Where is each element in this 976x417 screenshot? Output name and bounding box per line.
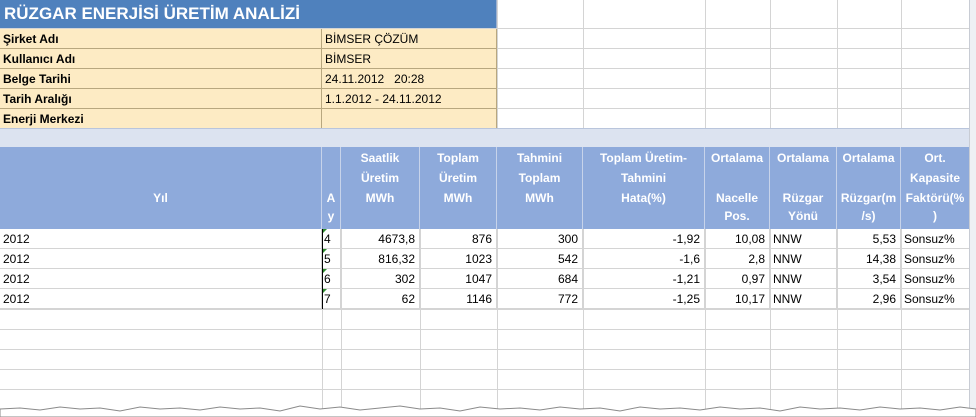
cell-hiz[interactable]: 3,54 [837,269,901,289]
vertical-scrollbar[interactable] [969,0,976,417]
cell-saatlik[interactable]: 816,32 [341,249,420,269]
cell-toplam[interactable]: 1146 [420,289,497,309]
header-text: Ortalama [710,151,764,165]
header-text: Yönü [788,209,818,223]
info-label[interactable]: Tarih Aralığı [0,89,322,109]
gridline [0,369,976,370]
gridline [0,349,976,350]
cell-yonu[interactable]: NNW [770,229,837,249]
header-text: y [327,209,335,223]
header-text: Faktörü(% [905,191,965,205]
header-text: Hata(%) [621,191,666,205]
cell-yonu[interactable]: NNW [770,249,837,269]
header-toplam-uretim[interactable]: Toplam Üretim MWh [420,147,497,229]
cell-nacelle[interactable]: 10,17 [705,289,770,309]
header-saatlik-uretim[interactable]: Saatlik Üretim MWh [341,147,420,229]
cell-toplam[interactable]: 876 [420,229,497,249]
cell-ay[interactable]: 4 [322,229,341,249]
cell-yonu[interactable]: NNW [770,289,837,309]
header-yil[interactable]: Yıl [0,147,322,229]
header-text: Toplam [437,151,479,165]
header-text: ) [933,209,937,223]
cell-saatlik[interactable]: 302 [341,269,420,289]
header-text: Nacelle [715,191,759,205]
info-value[interactable]: BİMSER ÇÖZÜM [322,29,497,49]
header-text: Üretim [438,171,477,185]
spreadsheet-sheet: RÜZGAR ENERJİSİ ÜRETİM ANALİZİ Şirket Ad… [0,0,976,417]
cell-yil[interactable]: 2012 [0,249,322,269]
cell-nacelle[interactable]: 0,97 [705,269,770,289]
cell-tahmini[interactable]: 772 [497,289,583,309]
report-title[interactable]: RÜZGAR ENERJİSİ ÜRETİM ANALİZİ [0,0,497,28]
cell-tahmini[interactable]: 684 [497,269,583,289]
header-text: Üretim [360,171,399,185]
header-ruzgar-yonu[interactable]: Ortalama Rüzgar Yönü [770,147,837,229]
cell-yil[interactable]: 2012 [0,229,322,249]
header-text: Toplam [518,171,561,185]
cell-yonu[interactable]: NNW [770,269,837,289]
header-text: Tahmini [620,171,667,185]
cell-nacelle[interactable]: 10,08 [705,229,770,249]
header-text: Saatlik [360,151,400,165]
header-text: Rüzgar(m [840,191,897,205]
header-band [0,128,970,148]
info-value[interactable]: 24.11.2012 20:28 [322,69,497,89]
cell-hiz[interactable]: 14,38 [837,249,901,269]
header-text: Kapasite [909,171,961,185]
header-text: MWh [525,191,554,205]
cell-kapasite[interactable]: Sonsuz% [901,249,970,269]
header-nacelle[interactable]: Ortalama Nacelle Pos. [705,147,770,229]
header-tahmini-toplam[interactable]: Tahmini Toplam MWh [497,147,583,229]
column-border [322,229,323,309]
cell-saatlik[interactable]: 4673,8 [341,229,420,249]
gridline [0,309,976,310]
cell-ay[interactable]: 7 [322,289,341,309]
cell-hiz[interactable]: 2,96 [837,289,901,309]
header-ay[interactable]: A y [322,147,341,229]
cell-kapasite[interactable]: Sonsuz% [901,269,970,289]
cell-toplam[interactable]: 1047 [420,269,497,289]
cell-yil[interactable]: 2012 [0,269,322,289]
cell-hiz[interactable]: 5,53 [837,229,901,249]
info-value[interactable]: BİMSER [322,49,497,69]
header-text: Ortalama [842,151,895,165]
header-text: Toplam Üretim- [599,151,688,165]
header-text: MWh [443,191,473,205]
info-label[interactable]: Enerji Merkezi [0,109,322,129]
header-hata[interactable]: Toplam Üretim- Tahmini Hata(%) [583,147,705,229]
gridline [0,389,976,390]
torn-edge [0,405,976,417]
cell-nacelle[interactable]: 2,8 [705,249,770,269]
header-text: Ortalama [776,151,830,165]
cell-saatlik[interactable]: 62 [341,289,420,309]
cell-kapasite[interactable]: Sonsuz% [901,289,970,309]
cell-yil[interactable]: 2012 [0,289,322,309]
cell-hata[interactable]: -1,21 [583,269,705,289]
cell-ay[interactable]: 6 [322,269,341,289]
header-text: Ort. [924,151,946,165]
info-value[interactable] [322,109,497,129]
header-text: Rüzgar [782,191,824,205]
info-label[interactable]: Kullanıcı Adı [0,49,322,69]
cell-tahmini[interactable]: 542 [497,249,583,269]
header-kapasite[interactable]: Ort. Kapasite Faktörü(% ) [901,147,970,229]
header-ruzgar-hizi[interactable]: Ortalama Rüzgar(m /s) [837,147,901,229]
header-text: Pos. [724,209,750,223]
cell-ay[interactable]: 5 [322,249,341,269]
cell-hata[interactable]: -1,6 [583,249,705,269]
header-text: /s) [861,209,876,223]
gridline [0,329,976,330]
cell-hata[interactable]: -1,25 [583,289,705,309]
header-text: Yıl [153,191,168,205]
cell-tahmini[interactable]: 300 [497,229,583,249]
cell-kapasite[interactable]: Sonsuz% [901,229,970,249]
header-text: A [326,191,336,205]
info-label[interactable]: Belge Tarihi [0,69,322,89]
header-text: Tahmini [516,151,563,165]
header-text: MWh [365,191,395,205]
cell-toplam[interactable]: 1023 [420,249,497,269]
info-value[interactable]: 1.1.2012 - 24.11.2012 [322,89,497,109]
info-label[interactable]: Şirket Adı [0,29,322,49]
cell-hata[interactable]: -1,92 [583,229,705,249]
